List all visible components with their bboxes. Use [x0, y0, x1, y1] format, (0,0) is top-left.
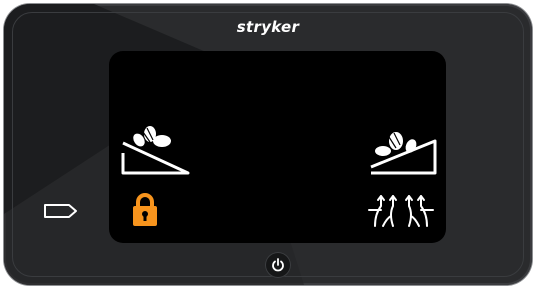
lock-icon: [133, 193, 157, 226]
lock-button[interactable]: [131, 192, 159, 228]
arrow-tag-icon: [44, 204, 77, 218]
bed-exit-alarm-icon: [368, 195, 434, 227]
head-elevation-low-icon: [121, 126, 190, 175]
brand-logo: stryker: [236, 18, 300, 36]
next-button[interactable]: [43, 202, 79, 225]
power-icon: [272, 258, 284, 272]
head-elevation-high-icon: [370, 132, 437, 175]
power-button[interactable]: [265, 252, 291, 278]
device-frame: stryker: [4, 4, 532, 285]
head-elevation-high-button[interactable]: [367, 121, 439, 175]
bed-exit-alarm-button[interactable]: [365, 192, 437, 228]
head-elevation-low-button[interactable]: [120, 121, 192, 175]
